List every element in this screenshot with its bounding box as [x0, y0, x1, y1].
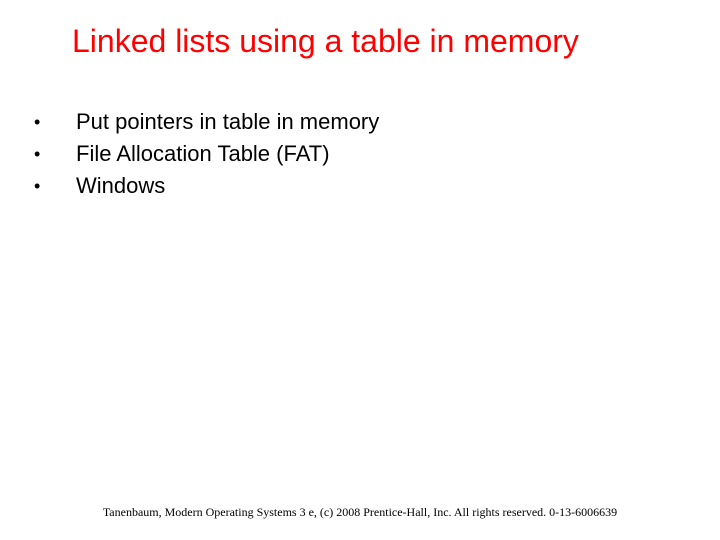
slide: Linked lists using a table in memory • P…	[0, 0, 720, 540]
bullet-icon: •	[30, 108, 76, 136]
footer-citation: Tanenbaum, Modern Operating Systems 3 e,…	[0, 505, 720, 520]
bullet-list: • Put pointers in table in memory • File…	[30, 108, 690, 204]
bullet-text: Windows	[76, 172, 165, 200]
bullet-icon: •	[30, 140, 76, 168]
bullet-icon: •	[30, 172, 76, 200]
bullet-text: File Allocation Table (FAT)	[76, 140, 330, 168]
list-item: • Put pointers in table in memory	[30, 108, 690, 136]
list-item: • File Allocation Table (FAT)	[30, 140, 690, 168]
bullet-text: Put pointers in table in memory	[76, 108, 379, 136]
list-item: • Windows	[30, 172, 690, 200]
slide-title: Linked lists using a table in memory	[72, 22, 690, 60]
